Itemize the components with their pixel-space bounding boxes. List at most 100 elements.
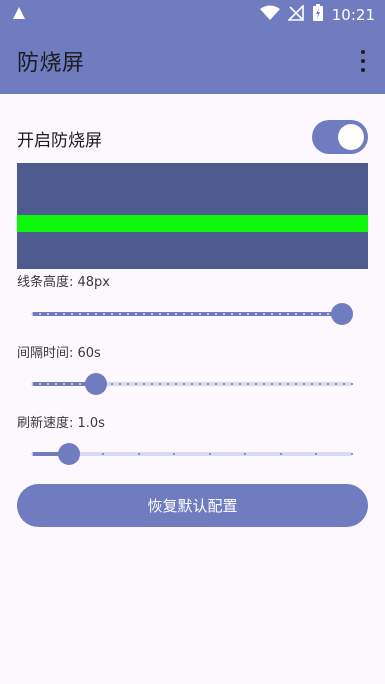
- app-bar: 防烧屏: [0, 28, 385, 94]
- slider-tick: [103, 313, 105, 315]
- slider-tick: [191, 313, 193, 315]
- slider-tick: [215, 313, 217, 315]
- slider-tick: [315, 453, 318, 455]
- slider-tick: [87, 313, 89, 315]
- slider-tick: [71, 313, 73, 315]
- slider-thumb[interactable]: [57, 443, 80, 465]
- slider-tick: [167, 313, 169, 315]
- switch-knob: [338, 124, 364, 150]
- notification-icon: [12, 5, 26, 24]
- slider-tick: [263, 313, 265, 315]
- slider-tick: [319, 313, 321, 315]
- slider-tick: [159, 383, 161, 385]
- enable-toggle-label: 开启防烧屏: [17, 131, 102, 151]
- slider-tick: [319, 383, 321, 385]
- slider-tick: [31, 383, 33, 385]
- slider-thumb[interactable]: [85, 373, 107, 395]
- slider-tick: [119, 313, 121, 315]
- slider-tick: [55, 383, 57, 385]
- slider-tick: [231, 383, 233, 385]
- slider-tick: [167, 383, 169, 385]
- slider-tick: [95, 313, 97, 315]
- slider-tick: [111, 313, 113, 315]
- wifi-icon: [259, 5, 280, 25]
- enable-switch[interactable]: [312, 120, 368, 154]
- slider-tick: [311, 383, 313, 385]
- slider-tick: [143, 383, 145, 385]
- slider-tick: [135, 383, 137, 385]
- slider-tick: [279, 453, 282, 455]
- slider-tick: [223, 313, 225, 315]
- slider-tick: [295, 383, 297, 385]
- slider-tick: [239, 313, 241, 315]
- more-options-icon[interactable]: [355, 50, 371, 72]
- slider-tick: [279, 383, 281, 385]
- slider-tick: [79, 383, 81, 385]
- slider-tick: [175, 383, 177, 385]
- slider-tick: [271, 313, 273, 315]
- slider-thumb[interactable]: [331, 303, 354, 325]
- slider-ticks: [31, 453, 353, 455]
- status-bar: 10:21: [0, 0, 385, 28]
- slider-tick: [143, 313, 145, 315]
- slider-tick: [351, 453, 353, 455]
- slider-tick: [135, 313, 137, 315]
- slider-tick: [119, 383, 121, 385]
- slider-tick: [223, 383, 225, 385]
- slider-tick: [295, 313, 297, 315]
- slider-tick: [231, 313, 233, 315]
- slider-tick: [31, 453, 33, 455]
- slider-tick: [137, 453, 140, 455]
- slider-tick: [63, 383, 65, 385]
- refresh-speed-slider[interactable]: [31, 442, 353, 466]
- slider-tick: [287, 383, 289, 385]
- slider-tick: [271, 383, 273, 385]
- slider-tick: [244, 453, 247, 455]
- slider-tick: [343, 383, 345, 385]
- line-height-slider[interactable]: [31, 302, 354, 326]
- slider-tick: [55, 313, 57, 315]
- slider-tick: [102, 453, 105, 455]
- slider-tick: [111, 383, 113, 385]
- slider-tick: [207, 383, 209, 385]
- slider-tick: [151, 383, 153, 385]
- line-height-label: 线条高度: 48px: [17, 275, 110, 290]
- refresh-speed-label: 刷新速度: 1.0s: [17, 416, 105, 431]
- slider-tick: [47, 383, 49, 385]
- slider-tick: [215, 383, 217, 385]
- slider-tick: [79, 313, 81, 315]
- slider-tick: [335, 383, 337, 385]
- slider-tick: [255, 313, 257, 315]
- slider-tick: [39, 383, 41, 385]
- slider-tick: [303, 313, 305, 315]
- slider-tick: [311, 313, 313, 315]
- slider-tick: [207, 313, 209, 315]
- slider-tick: [287, 313, 289, 315]
- slider-tick: [39, 313, 41, 315]
- line-preview: [17, 163, 368, 269]
- interval-slider[interactable]: [31, 372, 353, 396]
- slider-tick: [303, 383, 305, 385]
- slider-tick: [239, 383, 241, 385]
- slider-tick: [247, 383, 249, 385]
- slider-tick: [151, 313, 153, 315]
- signal-icon: [286, 4, 304, 25]
- slider-tick: [191, 383, 193, 385]
- slider-tick: [199, 313, 201, 315]
- status-time: 10:21: [331, 6, 375, 24]
- slider-tick: [71, 383, 73, 385]
- slider-tick: [127, 313, 129, 315]
- slider-tick: [199, 383, 201, 385]
- slider-ticks: [31, 313, 353, 315]
- slider-tick: [327, 383, 329, 385]
- reset-defaults-button[interactable]: 恢复默认配置: [17, 484, 368, 527]
- slider-tick: [327, 313, 329, 315]
- page-title: 防烧屏: [17, 51, 85, 76]
- slider-tick: [183, 313, 185, 315]
- enable-toggle-row: 开启防烧屏: [17, 120, 368, 154]
- slider-tick: [63, 313, 65, 315]
- slider-tick: [175, 313, 177, 315]
- slider-tick: [173, 453, 176, 455]
- slider-tick: [351, 383, 353, 385]
- battery-icon: [312, 4, 324, 26]
